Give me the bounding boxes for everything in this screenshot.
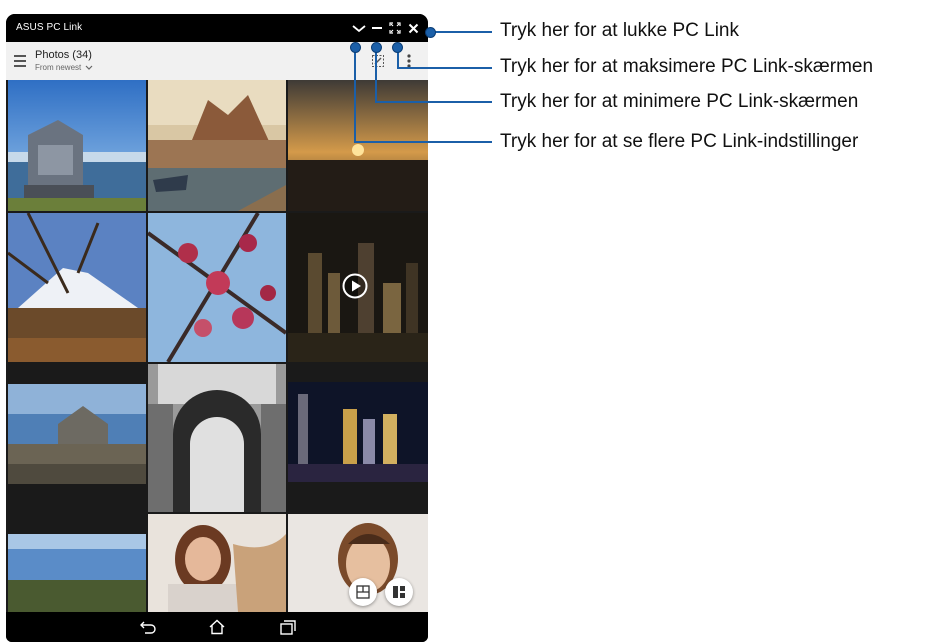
pc-link-window: ASUS PC Link Photos (34) From newest	[6, 14, 428, 642]
album-title: Photos (34)	[35, 49, 92, 61]
maximize-icon[interactable]	[386, 18, 404, 38]
callout-label-maximize: Tryk her for at maksimere PC Link-skærme…	[500, 56, 874, 77]
settings-chevron-icon[interactable]	[350, 18, 368, 38]
callout-dot-settings	[350, 42, 361, 53]
photo-thumbnail[interactable]	[288, 80, 428, 211]
close-icon[interactable]	[404, 18, 422, 38]
callout-line-settings-h	[354, 141, 492, 143]
callout-dot-close	[425, 27, 436, 38]
photo-thumbnail[interactable]	[8, 213, 146, 362]
callout-label-minimize: Tryk her for at minimere PC Link-skærmen	[500, 91, 859, 112]
back-icon[interactable]	[139, 619, 157, 635]
photo-thumbnail[interactable]	[8, 364, 146, 512]
recent-apps-icon[interactable]	[278, 619, 296, 635]
title-bar: ASUS PC Link	[6, 14, 428, 42]
photo-thumbnail[interactable]	[148, 213, 286, 362]
home-icon[interactable]	[208, 619, 226, 635]
callout-label-close: Tryk her for at lukke PC Link	[500, 20, 739, 41]
window-title: ASUS PC Link	[16, 22, 83, 33]
photo-thumbnail[interactable]	[148, 80, 286, 211]
minimize-icon[interactable]	[368, 18, 386, 38]
photo-grid	[6, 80, 428, 612]
photo-thumbnail[interactable]	[8, 80, 146, 211]
sort-dropdown[interactable]: From newest	[35, 63, 93, 72]
app-bar: Photos (34) From newest	[6, 42, 428, 80]
hamburger-menu-icon[interactable]	[14, 55, 26, 67]
callout-line-settings-v	[354, 47, 356, 143]
select-icon[interactable]	[371, 54, 385, 68]
layout-icon[interactable]	[385, 578, 413, 606]
callout-line-maximize-h	[397, 67, 492, 69]
chevron-down-icon	[86, 65, 93, 70]
navigation-bar	[6, 612, 428, 642]
callout-dot-minimize	[371, 42, 382, 53]
callout-label-settings: Tryk her for at se flere PC Link-indstil…	[500, 131, 859, 152]
callout-dot-maximize	[392, 42, 403, 53]
callout-line-close	[430, 31, 492, 33]
photo-thumbnail[interactable]	[148, 364, 286, 512]
callout-line-minimize-h	[375, 101, 492, 103]
sort-label: From newest	[35, 63, 82, 72]
play-icon[interactable]	[342, 273, 368, 299]
photo-thumbnail[interactable]	[148, 514, 286, 612]
callout-line-minimize-v	[375, 47, 377, 103]
photo-thumbnail[interactable]	[8, 514, 146, 612]
collage-icon[interactable]	[349, 578, 377, 606]
photo-thumbnail[interactable]	[288, 364, 428, 512]
